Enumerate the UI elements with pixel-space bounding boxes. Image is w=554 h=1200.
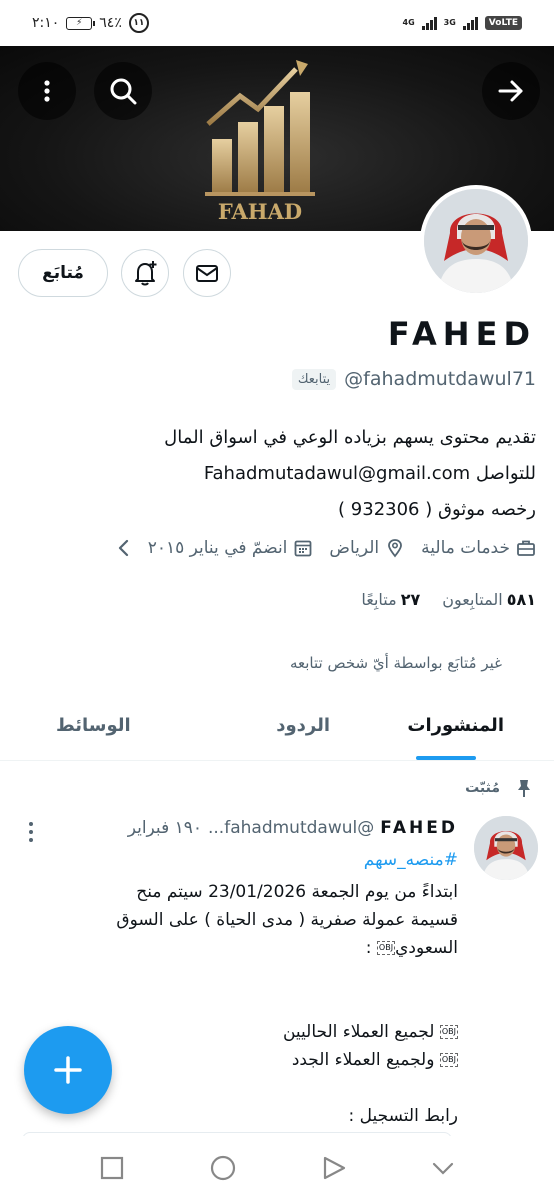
back-triangle-icon[interactable] bbox=[321, 1155, 347, 1181]
post-spacer bbox=[48, 962, 458, 1018]
plus-icon bbox=[54, 1056, 82, 1084]
post-handle[interactable]: @fahadmutdawul... bbox=[208, 818, 374, 838]
profile-bio: تقديم محتوى يسهم بزياده الوعي في اسواق ا… bbox=[16, 420, 536, 528]
post-line-text: لجميع العملاء الحاليين bbox=[282, 1022, 435, 1042]
briefcase-icon bbox=[517, 540, 535, 556]
profile-tabs: المنشورات الردود الوسائط bbox=[0, 695, 554, 761]
followers-link[interactable]: ٥٨١المتابِعون bbox=[442, 590, 536, 609]
tab-replies[interactable]: الردود bbox=[276, 715, 330, 736]
pin-icon bbox=[518, 780, 530, 797]
location-text: الرياض bbox=[329, 538, 380, 558]
status-right: 4G 3G VoLTE bbox=[403, 16, 522, 30]
tab-posts[interactable]: المنشورات bbox=[407, 715, 504, 736]
notifications-button[interactable] bbox=[121, 249, 169, 297]
post-line-text: ولجميع العملاء الجدد bbox=[291, 1050, 435, 1070]
brand-logo: FAHAD bbox=[205, 60, 315, 224]
post-more-icon[interactable] bbox=[24, 820, 38, 844]
category-item: خدمات مالية bbox=[421, 538, 536, 558]
arrow-right-icon bbox=[498, 80, 523, 102]
post-line-tail: : bbox=[365, 938, 377, 958]
handle-row: يتابعك @fahadmutdawul71 bbox=[291, 368, 536, 390]
post-avatar[interactable] bbox=[474, 816, 538, 880]
post-line: قسيمة عمولة صفرية ( مدى الحياة ) على الس… bbox=[116, 910, 458, 930]
avatar-image bbox=[474, 816, 538, 880]
chevron-down-icon[interactable] bbox=[431, 1156, 455, 1180]
pinned-label: مُثبّت bbox=[465, 780, 500, 796]
following-link[interactable]: ٢٧متابِعًا bbox=[361, 590, 420, 609]
bio-line: تقديم محتوى يسهم بزياده الوعي في اسواق ا… bbox=[164, 427, 536, 448]
post-date[interactable]: ١٩٠ فبراير bbox=[128, 818, 202, 838]
object-placeholder-icon: OBJ bbox=[376, 941, 396, 955]
status-left: ٢:١٠ ⚡ ٦٤٪ ١١ bbox=[32, 13, 149, 33]
location-pin-icon bbox=[388, 539, 403, 558]
volte-badge: VoLTE bbox=[484, 16, 522, 30]
bio-line: رخصه موثوق ( 932306 ) bbox=[338, 499, 536, 520]
recents-square-icon[interactable] bbox=[99, 1155, 125, 1181]
followers-label: المتابِعون bbox=[442, 590, 503, 609]
followers-count: ٥٨١ bbox=[506, 590, 536, 609]
more-options-button[interactable] bbox=[18, 62, 76, 120]
profile-avatar[interactable] bbox=[420, 185, 532, 297]
object-placeholder-icon: OBJ bbox=[439, 1053, 458, 1067]
following-button[interactable]: مُتابَع bbox=[18, 249, 108, 297]
post-author[interactable]: FAHED bbox=[380, 818, 458, 838]
battery-icon: ⚡ bbox=[66, 16, 96, 30]
search-button[interactable] bbox=[94, 62, 152, 120]
post-line-text: السعودي bbox=[395, 938, 458, 958]
envelope-icon bbox=[196, 265, 218, 282]
system-nav-bar bbox=[0, 1136, 554, 1200]
signal-icon-2 bbox=[462, 16, 478, 30]
network-type-4g: 4G bbox=[402, 18, 415, 27]
joined-item: انضمّ في يناير ٢٠١٥ bbox=[148, 538, 314, 558]
meta-expand-button[interactable] bbox=[116, 538, 132, 558]
post-line: رابط التسجيل : bbox=[348, 1106, 458, 1126]
post-line: السعوديOBJ : bbox=[48, 934, 458, 962]
category-text: خدمات مالية bbox=[421, 538, 510, 558]
follow-stats: ٥٨١المتابِعون ٢٧متابِعًا bbox=[361, 590, 536, 609]
not-followed-note: غير مُتابَع بواسطة أيّ شخص تتابعه bbox=[289, 654, 502, 672]
battery-level: ٦٤٪ bbox=[99, 15, 122, 31]
home-circle-icon[interactable] bbox=[209, 1154, 237, 1182]
chevron-left-icon bbox=[118, 539, 128, 557]
post-line: ابتداءً من يوم الجمعة 23/01/2026 سيتم من… bbox=[136, 882, 458, 902]
post-hashtag[interactable]: #منصه_سهم bbox=[364, 850, 458, 870]
pinned-label-row: مُثبّت bbox=[465, 778, 534, 798]
search-icon bbox=[110, 78, 137, 105]
tab-media[interactable]: الوسائط bbox=[56, 715, 131, 736]
signal-icon bbox=[421, 16, 437, 30]
notification-count-badge: ١١ bbox=[128, 13, 149, 33]
post-line: OBJ لجميع العملاء الحاليين bbox=[48, 1018, 458, 1046]
post-header: FAHED @fahadmutdawul... ١٩٠ فبراير bbox=[128, 818, 458, 838]
avatar-image bbox=[424, 189, 528, 293]
profile-name: FAHED bbox=[387, 315, 536, 353]
bio-line: للتواصل Fahadmutadawul@gmail.com bbox=[203, 463, 536, 484]
following-count: ٢٧ bbox=[400, 590, 421, 609]
clock: ٢:١٠ bbox=[32, 15, 60, 31]
more-vertical-icon bbox=[44, 80, 50, 102]
back-button[interactable] bbox=[482, 62, 540, 120]
bell-plus-icon bbox=[135, 261, 157, 286]
status-bar: ٢:١٠ ⚡ ٦٤٪ ١١ 4G 3G VoLTE bbox=[0, 0, 554, 46]
message-button[interactable] bbox=[183, 249, 231, 297]
following-label: متابِعًا bbox=[361, 590, 397, 609]
follows-you-badge: يتابعك bbox=[291, 368, 337, 390]
profile-handle: @fahadmutdawul71 bbox=[344, 368, 536, 390]
profile-meta: خدمات مالية الرياض انضمّ في يناير ٢٠١٥ bbox=[6, 538, 536, 558]
post-body: ابتداءً من يوم الجمعة 23/01/2026 سيتم من… bbox=[48, 878, 458, 1130]
compose-post-button[interactable] bbox=[24, 1026, 112, 1114]
active-tab-indicator bbox=[416, 756, 476, 760]
location-item: الرياض bbox=[329, 538, 405, 558]
logo-text: FAHAD bbox=[218, 199, 302, 224]
object-placeholder-icon: OBJ bbox=[439, 1025, 458, 1039]
joined-text: انضمّ في يناير ٢٠١٥ bbox=[147, 538, 288, 558]
network-type-3g: 3G bbox=[443, 18, 456, 27]
calendar-icon bbox=[295, 540, 312, 557]
